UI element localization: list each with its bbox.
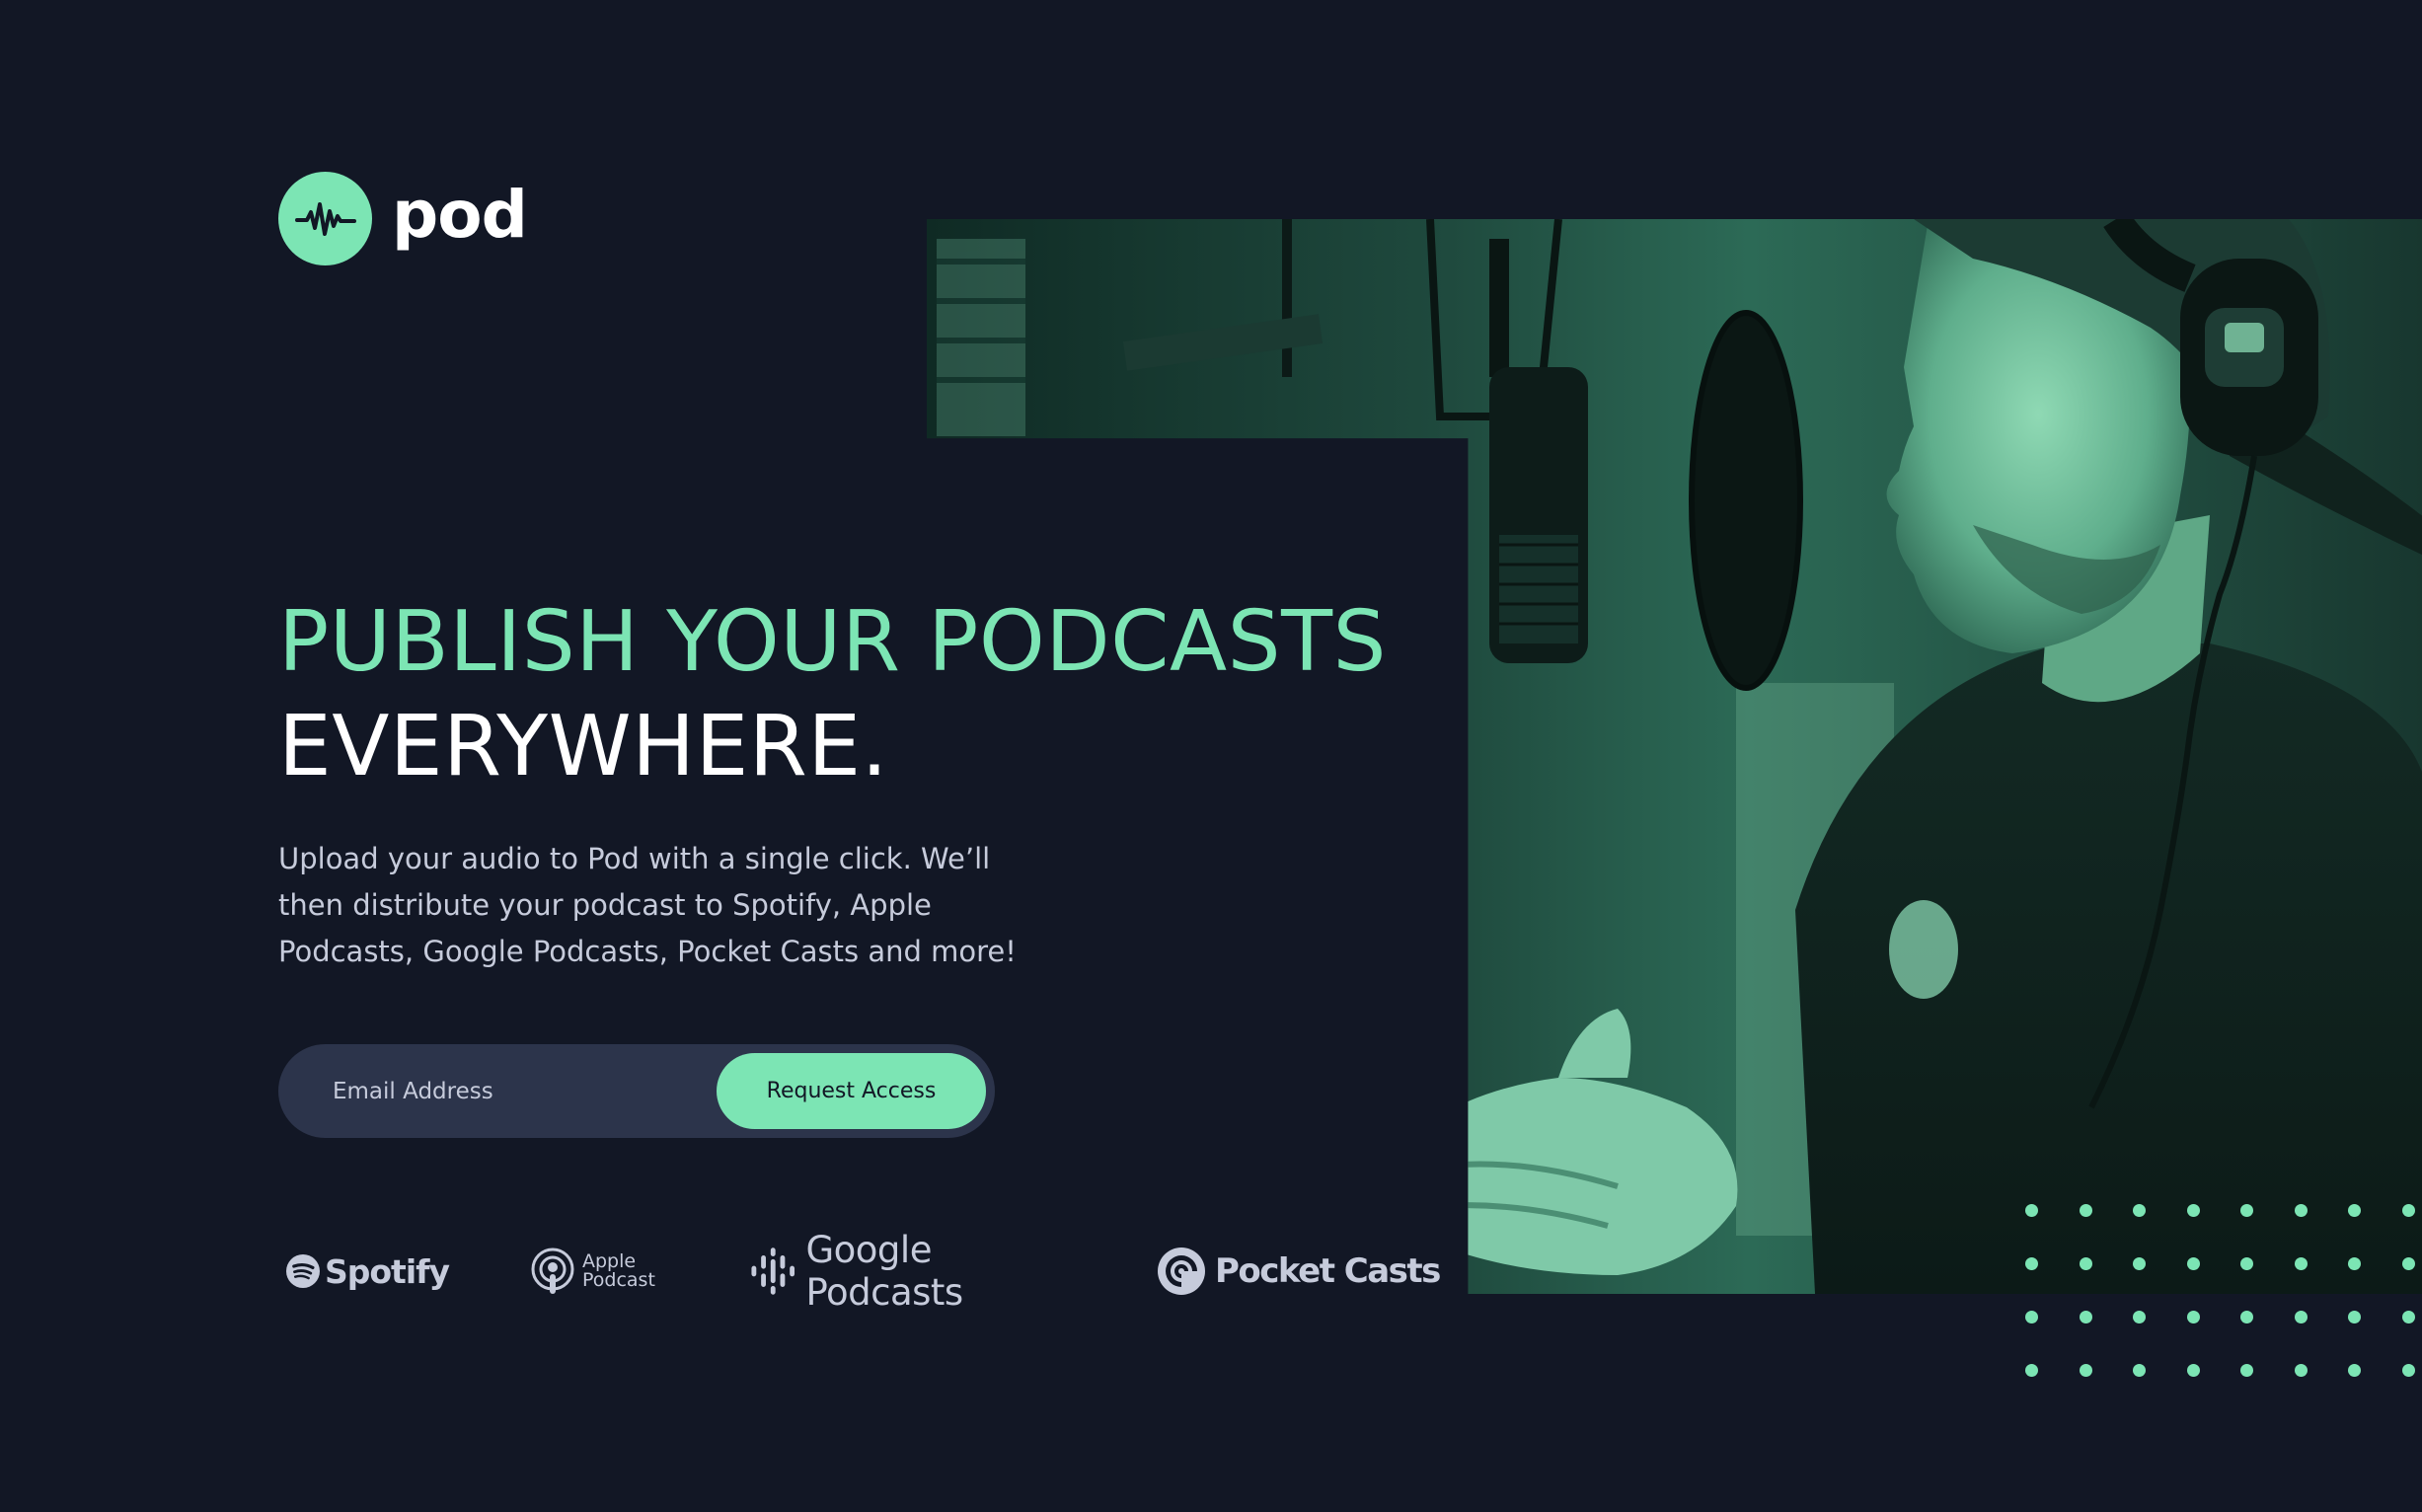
decorative-dot (2401, 1311, 2415, 1323)
decorative-dot (2240, 1364, 2253, 1377)
decorative-dot (2186, 1257, 2200, 1270)
decorative-dot (2401, 1204, 2415, 1217)
decorative-dot (2133, 1257, 2146, 1270)
audio-wave-icon (278, 172, 372, 265)
spotify-label: Spotify (324, 1251, 450, 1291)
hero-intro-text: Upload your audio to Pod with a single c… (278, 842, 1017, 968)
apple-podcasts-icon (531, 1247, 574, 1294)
decorative-dot (2079, 1204, 2092, 1217)
brand-name: pod (392, 176, 528, 253)
decorative-dot (2240, 1311, 2253, 1323)
hero-headline: PUBLISH YOUR PODCASTS EVERYWHERE. (278, 590, 1387, 799)
decorative-dot (2133, 1364, 2146, 1377)
decorative-dot (2401, 1364, 2415, 1377)
decorative-dot (2294, 1311, 2308, 1323)
decorative-dot (2079, 1257, 2092, 1270)
decorative-dot (2294, 1364, 2308, 1377)
spotify-icon (286, 1254, 320, 1288)
decorative-dot (2025, 1204, 2038, 1217)
decorative-dot (2079, 1311, 2092, 1323)
apple-label-line2: Podcast (582, 1269, 655, 1291)
decorative-dot (2133, 1204, 2146, 1217)
decorative-dot (2240, 1204, 2253, 1217)
request-access-form: Request Access (278, 1044, 995, 1138)
pocket-casts-icon (1158, 1247, 1205, 1295)
headline-accent-line: PUBLISH YOUR PODCASTS (278, 593, 1388, 691)
apple-podcasts-label: Apple Podcast (582, 1252, 655, 1290)
decorative-dot (2025, 1257, 2038, 1270)
email-input[interactable] (278, 1044, 717, 1138)
decorative-dot (2025, 1311, 2038, 1323)
decorative-dot (2348, 1257, 2361, 1270)
platform-pocket-casts[interactable]: Pocket Casts (1158, 1247, 1441, 1295)
decorative-dot (2133, 1311, 2146, 1323)
google-podcasts-icon (751, 1247, 795, 1295)
decorative-dot (2348, 1311, 2361, 1323)
landing-page: pod PUBLISH YOUR PODCASTS EVERYWHERE. Up… (0, 0, 2422, 1512)
pocket-casts-label: Pocket Casts (1215, 1251, 1441, 1291)
decorative-dot (2186, 1364, 2200, 1377)
platform-apple-podcasts[interactable]: Apple Podcast (530, 1247, 664, 1296)
decorative-dot (2079, 1364, 2092, 1377)
decorative-dot (2186, 1311, 2200, 1323)
decorative-dot (2294, 1204, 2308, 1217)
platform-logos: Spotify Apple Podcast Google Podcasts Po… (286, 1229, 1441, 1314)
decorative-dot (2294, 1257, 2308, 1270)
decorative-dot (2401, 1257, 2415, 1270)
platform-spotify[interactable]: Spotify (286, 1247, 450, 1295)
platform-google-podcasts[interactable]: Google Podcasts (750, 1229, 1091, 1314)
decorative-dot (2025, 1364, 2038, 1377)
request-access-button[interactable]: Request Access (717, 1053, 986, 1129)
headline-plain-line: EVERYWHERE. (278, 698, 889, 795)
brand-logo[interactable]: pod (278, 172, 528, 265)
decorative-dot (2186, 1204, 2200, 1217)
decorative-dot (2240, 1257, 2253, 1270)
decorative-dot (2348, 1204, 2361, 1217)
decorative-dot (2348, 1364, 2361, 1377)
google-podcasts-label: Google Podcasts (805, 1229, 963, 1314)
